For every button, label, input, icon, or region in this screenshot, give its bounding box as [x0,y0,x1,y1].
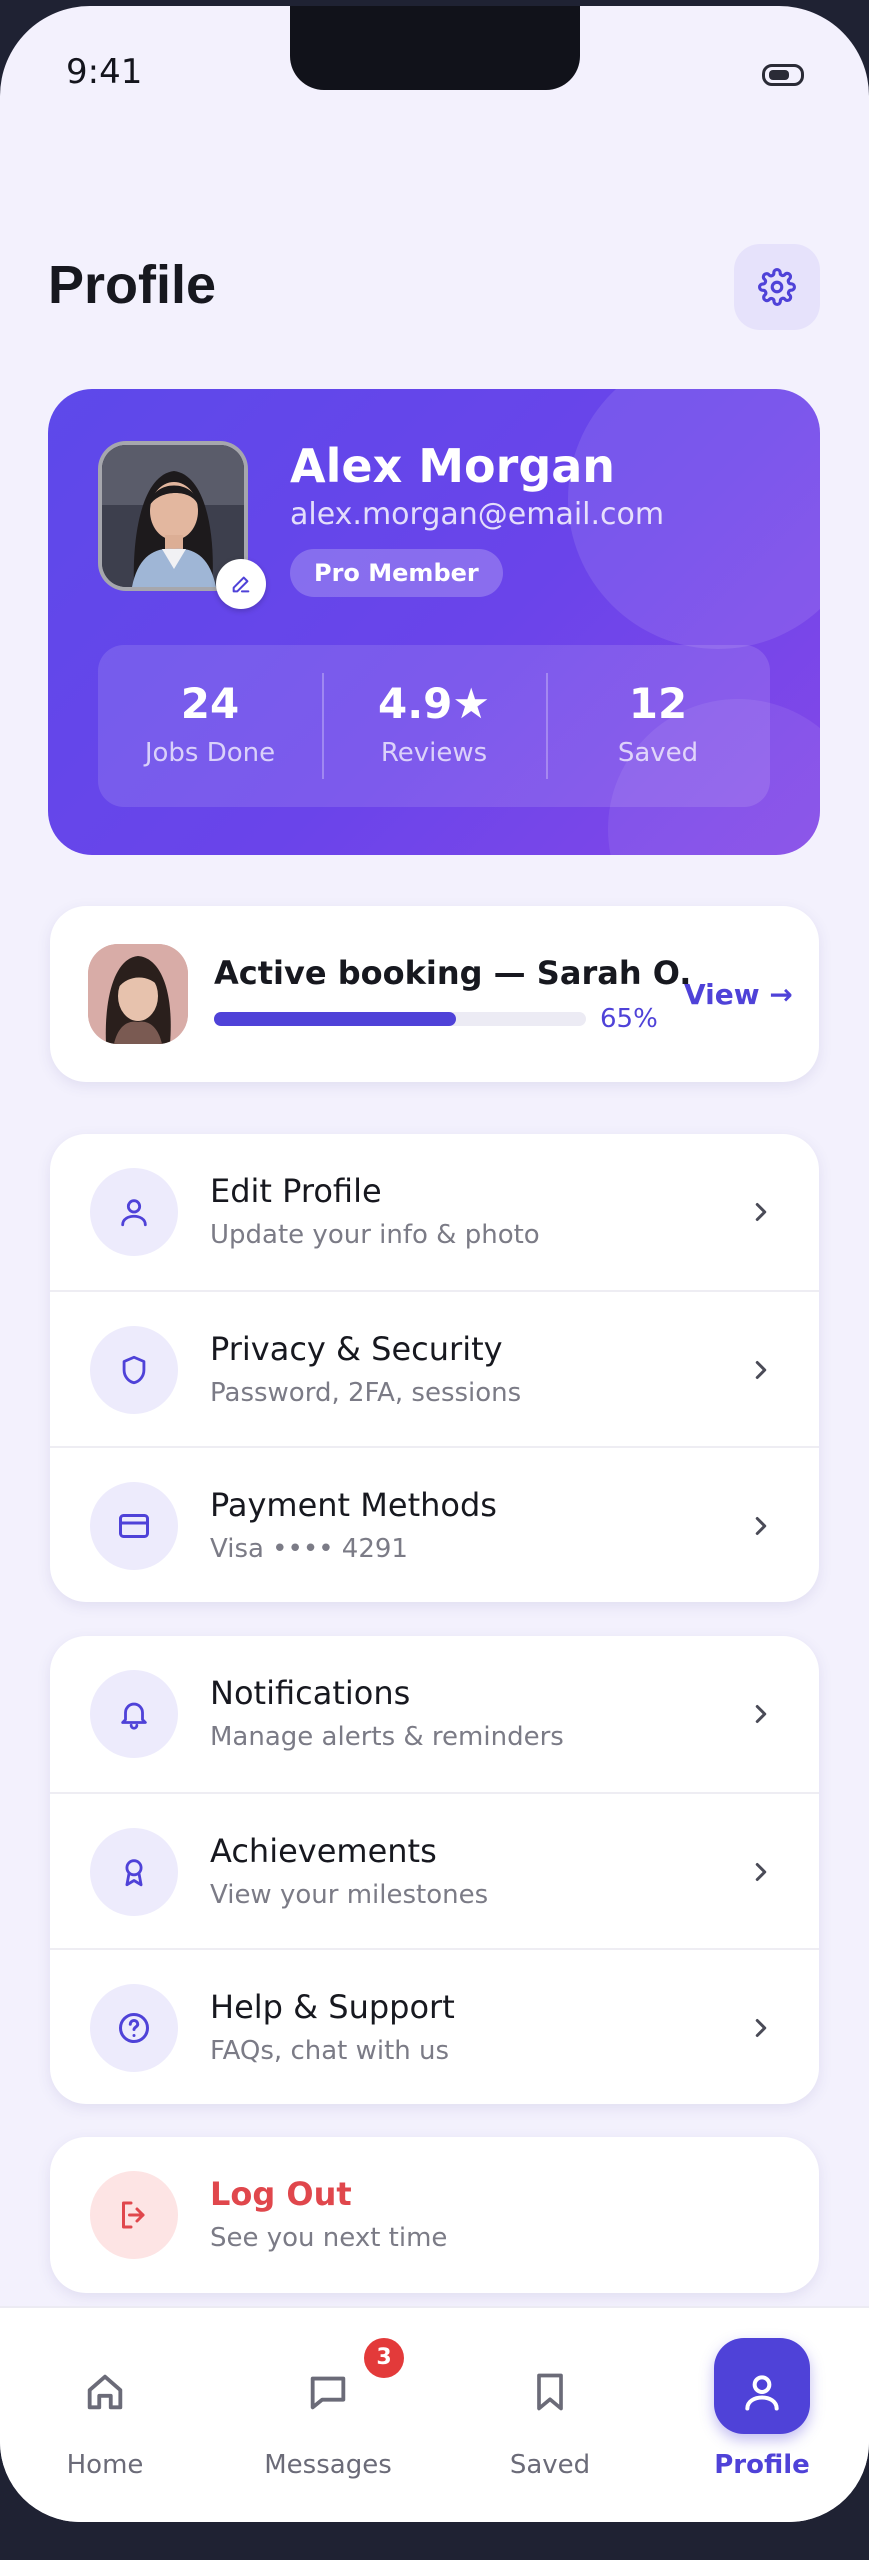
menu-item-edit-profile[interactable]: Edit Profile Update your info & photo [50,1134,819,1290]
menu-item-help-support[interactable]: Help & Support FAQs, chat with us [50,1948,819,2106]
tab-saved[interactable]: Saved [475,2338,625,2480]
award-icon [125,1859,143,1887]
row-icon-wrap [90,1670,178,1758]
row-icon-wrap [90,1326,178,1414]
stat-jobs-done: 24 Jobs Done [98,645,322,807]
tab-icon-wrap [475,2362,625,2422]
messages-count-badge: 3 [364,2338,404,2378]
menu-item-payment-methods[interactable]: Payment Methods Visa •••• 4291 [50,1446,819,1604]
menu-item-title: Edit Profile [210,1172,382,1210]
stats-panel: 24 Jobs Done 4.9★ Reviews 12 Saved [98,645,770,807]
bottom-tab-bar: Home Messages 3 Saved Profile [0,2306,869,2522]
phone-frame: 9:41 Profile Alex Morgan alex.morgan@ema… [0,0,869,2560]
profile-hero-card: Alex Morgan alex.morgan@email.com Pro Me… [48,389,820,855]
device-notch [290,6,580,90]
booking-title: Active booking — Sarah O. [214,954,692,992]
menu-item-privacy-security[interactable]: Privacy & Security Password, 2FA, sessio… [50,1290,819,1448]
home-icon [87,2374,123,2410]
menu-item-subtitle: Update your info & photo [210,1220,540,1250]
tab-label: Profile [714,2450,810,2480]
logout-icon [122,2201,145,2229]
row-icon-wrap [90,1984,178,2072]
tab-profile[interactable]: Profile [687,2338,837,2480]
preferences-menu-card: Notifications Manage alerts & reminders … [50,1636,819,2104]
menu-item-subtitle: Visa •••• 4291 [210,1534,408,1564]
row-icon-wrap [90,2171,178,2259]
bookmark-icon [537,2373,563,2411]
booking-avatar [88,944,188,1044]
menu-item-subtitle: Manage alerts & reminders [210,1722,564,1752]
logout-card[interactable]: Log Out See you next time [50,2137,819,2293]
menu-item-notifications[interactable]: Notifications Manage alerts & reminders [50,1636,819,1792]
stat-label: Jobs Done [144,738,276,768]
menu-item-subtitle: Password, 2FA, sessions [210,1378,522,1408]
credit-card-icon [119,1514,149,1538]
page-title: Profile [48,255,217,315]
view-booking-link[interactable]: View → [684,978,793,1011]
edit-avatar-button[interactable] [216,559,266,609]
menu-item-title: Notifications [210,1674,411,1712]
chevron-right-icon [755,2019,767,2037]
menu-item-title: Achievements [210,1832,437,1870]
booking-progress-bar [214,1012,586,1026]
chevron-right-icon [755,1705,767,1723]
menu-item-achievements[interactable]: Achievements View your milestones [50,1792,819,1950]
logout-title: Log Out [210,2175,352,2213]
chevron-right-icon [755,1863,767,1881]
chat-icon [310,2376,346,2410]
pencil-icon [232,576,250,593]
tab-label: Messages [264,2450,392,2480]
app-screen: 9:41 Profile Alex Morgan alex.morgan@ema… [0,6,869,2522]
menu-item-title: Privacy & Security [210,1330,503,1368]
chevron-right-icon [755,1517,767,1535]
menu-item-subtitle: FAQs, chat with us [210,2036,450,2066]
stat-saved: 12 Saved [546,645,770,807]
row-icon-wrap [90,1482,178,1570]
stat-value: 4.9★ [377,679,491,728]
booking-avatar-photo [88,944,188,1044]
tab-home[interactable]: Home [30,2338,180,2480]
chevron-right-icon [755,1203,767,1221]
user-name: Alex Morgan [290,439,616,493]
tab-icon-wrap [30,2362,180,2422]
active-booking-card[interactable]: Active booking — Sarah O. 65% View → [50,906,819,1082]
stat-value: 24 [180,679,240,728]
stat-value: 12 [628,679,688,728]
stat-reviews: 4.9★ Reviews [322,645,546,807]
menu-item-title: Help & Support [210,1988,455,2026]
tab-label: Home [66,2450,144,2480]
menu-item-logout[interactable]: Log Out See you next time [50,2137,819,2293]
user-email: alex.morgan@email.com [290,497,665,532]
row-icon-wrap [90,1828,178,1916]
help-circle-icon [119,2013,149,2043]
bell-icon [121,1702,147,1730]
stat-label: Saved [617,738,699,768]
person-icon [121,1199,147,1227]
status-time: 9:41 [66,52,143,92]
stat-label: Reviews [380,738,488,768]
battery-icon [762,64,804,86]
logout-subtitle: See you next time [210,2223,448,2253]
user-icon [745,2375,779,2411]
settings-button[interactable] [734,244,820,330]
chevron-right-icon [755,1361,767,1379]
shield-icon [122,1355,146,1385]
tab-label: Saved [509,2450,591,2480]
tab-icon-wrap [687,2362,837,2422]
progress-fill [214,1012,456,1026]
menu-item-subtitle: View your milestones [210,1880,489,1910]
row-icon-wrap [90,1168,178,1256]
gear-icon [758,268,796,306]
progress-percent: 65% [600,1004,658,1034]
membership-badge: Pro Member [290,549,503,597]
menu-item-title: Payment Methods [210,1486,497,1524]
account-menu-card: Edit Profile Update your info & photo Pr… [50,1134,819,1602]
